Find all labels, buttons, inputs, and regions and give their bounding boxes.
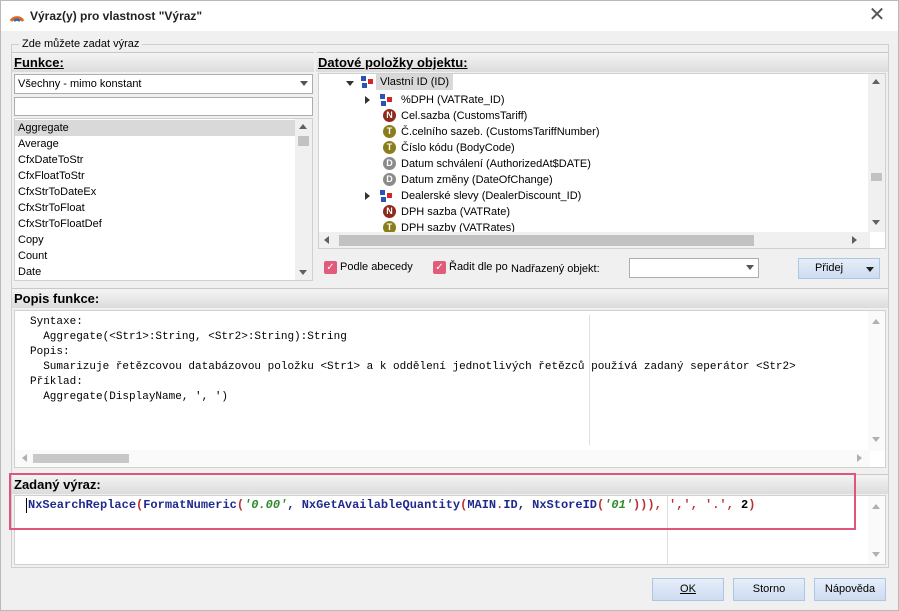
tree-item[interactable]: Datum změny (DateOfChange) [401,172,553,188]
description-line: Syntaxe: [30,316,83,328]
description-line: Aggregate(<Str1>:String, <Str2>:String):… [30,331,347,343]
window-title: Výraz(y) pro vlastnost "Výraz" [30,9,203,23]
tree-item[interactable]: Cel.sazba (CustomsTariff) [401,108,527,124]
relation-icon [380,94,392,106]
tree-item[interactable]: DPH sazba (VATRate) [401,204,510,220]
datafields-hscroll[interactable] [319,232,870,248]
dropdown-arrow-icon [866,267,874,272]
margin-line [589,315,590,445]
chevron-down-icon [746,265,754,270]
description-line: Aggregate(DisplayName, ', ') [30,391,229,403]
functions-vscroll[interactable] [295,119,312,280]
datafields-header-label: Datové položky objektu: [318,55,468,70]
scroll-down-icon[interactable] [872,437,880,442]
functions-filter-select[interactable]: Všechny - mimo konstant [14,74,313,94]
scroll-up-icon[interactable] [872,319,880,324]
scroll-up-icon[interactable] [872,504,880,509]
chevron-down-icon [300,81,308,86]
description-line: Sumarizuje řetězcovou databázovou položk… [30,361,796,373]
tree-item[interactable]: Datum schválení (AuthorizedAt$DATE) [401,156,591,172]
function-list-item[interactable]: CfxStrToDateEx [15,184,297,200]
function-list-item[interactable]: Aggregate [15,120,297,136]
description-hscroll[interactable] [15,450,870,467]
scroll-left-icon[interactable] [324,236,329,244]
description-vscroll[interactable] [868,311,885,451]
tree-root-item[interactable]: Vlastní ID (ID) [376,74,454,90]
description-box[interactable]: Syntaxe: Aggregate(<Str1>:String, <Str2>… [14,310,886,468]
function-list-item[interactable]: Copy [15,232,297,248]
sort-alpha-label: Podle abecedy [340,261,413,273]
app-logo-icon [9,16,25,22]
datafields-vscroll[interactable] [868,74,885,232]
group-legend: Zde můžete zadat výraz [19,38,143,50]
datafields-tree[interactable]: Vlastní ID (ID) %DPH (VATRate_ID) N Cel.sa… [318,73,886,249]
function-list-item[interactable]: CfxStrToFloatDef [15,216,297,232]
scroll-up-icon[interactable] [872,79,880,84]
scroll-down-icon[interactable] [872,220,880,225]
functions-list[interactable]: Aggregate Average CfxDateToStr CfxFloatToSt… [14,118,313,281]
cancel-button[interactable]: Storno [733,578,805,601]
expand-icon[interactable] [365,192,370,200]
description-line: Příklad: [30,376,83,388]
scroll-right-icon[interactable] [852,236,857,244]
close-icon[interactable]: ✕ [864,3,890,29]
scroll-up-icon[interactable] [299,124,307,129]
description-header: Popis funkce: [12,288,888,308]
scroll-down-icon[interactable] [299,270,307,275]
relation-icon [361,76,373,88]
collapse-icon[interactable] [346,81,354,86]
function-list-item[interactable]: Count [15,248,297,264]
function-list-item[interactable]: CfxFloatToStr [15,168,297,184]
scroll-thumb[interactable] [33,454,129,463]
tree-item[interactable]: %DPH (VATRate_ID) [401,92,505,108]
highlight-frame [9,473,856,530]
function-list-item[interactable]: CfxDateToStr [15,152,297,168]
parent-object-label: Nadřazený objekt: [511,263,600,275]
tree-item[interactable]: Č.celního sazeb. (CustomsTariffNumber) [401,124,599,140]
function-list-item[interactable]: Date [15,264,297,280]
add-button[interactable]: Přidej [798,258,880,279]
sort-by-checkbox[interactable]: ✓ [433,261,446,274]
datafields-header: Datové položky objektu: [316,52,888,72]
functions-header: Funkce: [12,52,314,72]
title-bar: Výraz(y) pro vlastnost "Výraz" ✕ [1,1,898,31]
expand-icon[interactable] [365,96,370,104]
ok-button[interactable]: OK [652,578,724,601]
field-type-T-icon: T [383,125,396,138]
function-list-item[interactable]: Average [15,136,297,152]
scroll-thumb[interactable] [871,173,882,181]
sort-alpha-checkbox[interactable]: ✓ [324,261,337,274]
tree-item[interactable]: Číslo kódu (BodyCode) [401,140,515,156]
relation-icon [380,190,392,202]
field-type-D-icon: D [383,173,396,186]
field-type-D-icon: D [383,157,396,170]
scroll-right-icon[interactable] [857,454,862,462]
expression-vscroll[interactable] [868,496,885,564]
description-line: Popis: [30,346,70,358]
field-type-N-icon: N [383,205,396,218]
scroll-thumb[interactable] [339,235,754,246]
field-type-T-icon: T [383,141,396,154]
help-button[interactable]: Nápověda [814,578,886,601]
scroll-left-icon[interactable] [22,454,27,462]
field-type-N-icon: N [383,109,396,122]
function-list-item[interactable]: CfxStrToFloat [15,200,297,216]
scroll-down-icon[interactable] [872,552,880,557]
sort-by-label: Řadit dle po [449,261,508,273]
dialog-window: Výraz(y) pro vlastnost "Výraz" ✕ Zde můž… [0,0,899,611]
functions-search-input[interactable] [14,97,313,116]
parent-object-select[interactable] [629,258,759,278]
functions-filter-value: Všechny - mimo konstant [18,78,142,90]
functions-header-label: Funkce: [14,55,64,70]
tree-item[interactable]: Dealerské slevy (DealerDiscount_ID) [401,188,581,204]
scroll-thumb[interactable] [298,136,309,146]
